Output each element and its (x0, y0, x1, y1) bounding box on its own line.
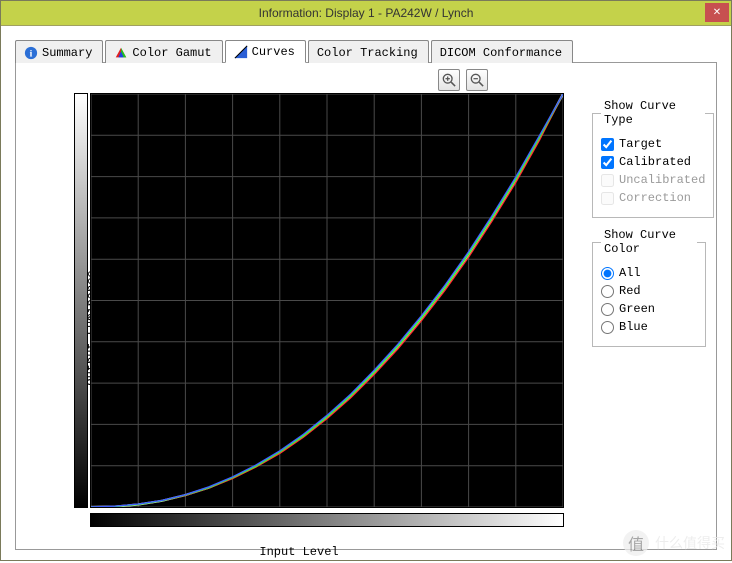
radio-input[interactable] (601, 321, 614, 334)
info-icon: i (24, 46, 38, 60)
svg-text:i: i (30, 48, 33, 59)
plot-frame (74, 93, 564, 533)
side-panel: Show Curve Type Target Calibrated Uncali… (592, 99, 706, 357)
tab-label: Summary (42, 46, 92, 60)
group-curve-color: Show Curve Color All Red Green Blue (592, 228, 706, 347)
group-legend: Show Curve Color (601, 228, 697, 256)
plot-canvas[interactable] (90, 93, 564, 508)
tab-color-tracking[interactable]: Color Tracking (308, 40, 429, 63)
radio-red[interactable]: Red (601, 284, 697, 298)
plot-svg (91, 94, 563, 507)
tab-label: Color Tracking (317, 46, 418, 60)
x-axis-label: Input Level (259, 545, 338, 559)
tabstrip: i Summary Color Gamut Curves Color Track… (15, 39, 717, 63)
checkbox-input[interactable] (601, 138, 614, 151)
checkbox-label: Calibrated (619, 155, 691, 169)
tab-color-gamut[interactable]: Color Gamut (105, 40, 222, 63)
checkbox-label: Uncalibrated (619, 173, 705, 187)
tab-panel-curves: Output Luminance Input Level Show Curve … (15, 63, 717, 550)
checkbox-input (601, 192, 614, 205)
radio-input[interactable] (601, 285, 614, 298)
content-area: i Summary Color Gamut Curves Color Track… (1, 26, 731, 560)
zoom-out-icon (470, 73, 484, 87)
radio-label: Blue (619, 320, 648, 334)
radio-blue[interactable]: Blue (601, 320, 697, 334)
tab-summary[interactable]: i Summary (15, 40, 103, 63)
tab-label: Color Gamut (132, 46, 211, 60)
checkbox-calibrated[interactable]: Calibrated (601, 155, 705, 169)
checkbox-target[interactable]: Target (601, 137, 705, 151)
checkbox-correction: Correction (601, 191, 705, 205)
radio-label: All (619, 266, 641, 280)
tab-label: DICOM Conformance (440, 46, 562, 60)
zoom-in-button[interactable] (438, 69, 460, 91)
x-axis-gradient (90, 513, 564, 527)
close-button[interactable]: ✕ (705, 3, 729, 22)
window: Information: Display 1 - PA242W / Lynch … (0, 0, 732, 561)
radio-green[interactable]: Green (601, 302, 697, 316)
zoom-out-button[interactable] (466, 69, 488, 91)
checkbox-uncalibrated: Uncalibrated (601, 173, 705, 187)
checkbox-input[interactable] (601, 156, 614, 169)
window-title: Information: Display 1 - PA242W / Lynch (259, 6, 474, 20)
radio-all[interactable]: All (601, 266, 697, 280)
curves-icon (234, 45, 248, 59)
tab-curves[interactable]: Curves (225, 40, 306, 63)
tab-label: Curves (252, 45, 295, 59)
chart-area: Output Luminance Input Level (24, 93, 574, 563)
y-axis-gradient (74, 93, 88, 508)
tab-dicom-conformance[interactable]: DICOM Conformance (431, 40, 573, 63)
checkbox-label: Target (619, 137, 662, 151)
radio-input[interactable] (601, 303, 614, 316)
zoom-toolbar (438, 69, 488, 91)
titlebar: Information: Display 1 - PA242W / Lynch … (1, 1, 731, 26)
gamut-icon (114, 46, 128, 60)
radio-label: Red (619, 284, 641, 298)
radio-input[interactable] (601, 267, 614, 280)
zoom-in-icon (442, 73, 456, 87)
checkbox-label: Correction (619, 191, 691, 205)
checkbox-input (601, 174, 614, 187)
group-curve-type: Show Curve Type Target Calibrated Uncali… (592, 99, 714, 218)
group-legend: Show Curve Type (601, 99, 705, 127)
radio-label: Green (619, 302, 655, 316)
